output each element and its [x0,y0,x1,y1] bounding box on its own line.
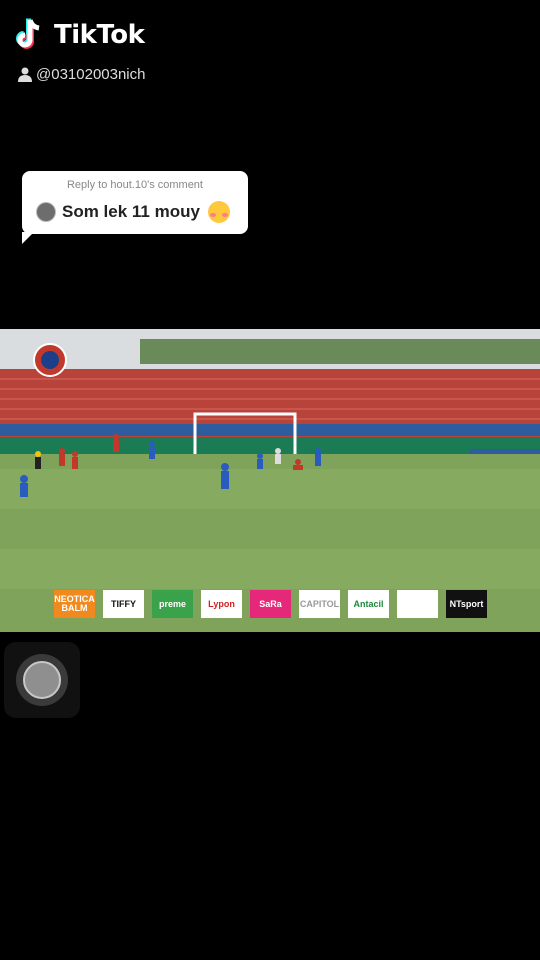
commenter-avatar [36,202,56,222]
smiling-hearts-emoji-icon [207,201,230,223]
assistive-touch-ring-icon [16,654,68,706]
football-match-scene [0,329,540,632]
assistive-touch-dot-icon [23,661,61,699]
sponsor-logo: TIFFY [103,590,144,618]
sponsor-logo: NEOTICA BALM [54,590,95,618]
sponsor-logo: Antacil [348,590,389,618]
reply-content: Som lek 11 mouy [36,201,230,223]
video-frame[interactable]: NEOTICA BALM TIFFY preme Lypon SaRa CAPITOL An… [0,329,540,632]
sponsor-logo: SaRa [250,590,291,618]
user-handle-row: @03102003nich [18,66,145,83]
sponsor-logo: preme [152,590,193,618]
tiktok-brand: TikTok [14,16,145,54]
sponsor-banner: NEOTICA BALM TIFFY preme Lypon SaRa CAPITOL An… [54,590,487,618]
sponsor-logo: CAPITOL [299,590,340,618]
sponsor-logo [397,590,438,618]
person-icon [18,67,32,82]
reply-text: Som lek 11 mouy [62,202,200,221]
user-handle: @03102003nich [36,66,146,83]
assistive-touch-button[interactable] [4,642,80,718]
reply-comment-sticker: Reply to hout.10's comment Som lek 11 mo… [22,171,248,244]
sponsor-logo: NTsport [446,590,487,618]
reply-title: Reply to hout.10's comment [66,179,203,191]
sponsor-logo: Lypon [201,590,242,618]
app-name: TikTok [54,20,145,50]
tiktok-logo-icon [16,18,40,49]
